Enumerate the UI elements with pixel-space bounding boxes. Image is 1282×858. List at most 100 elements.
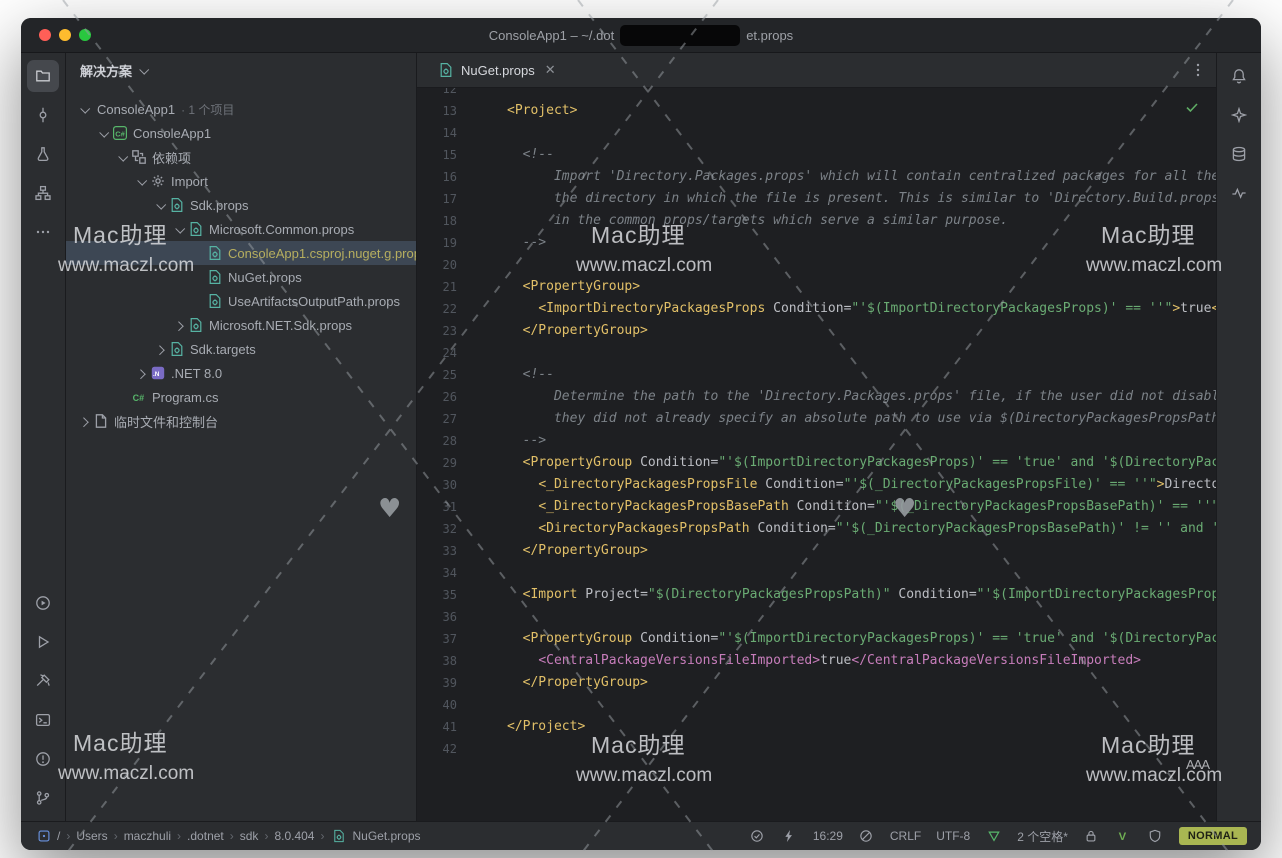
code-line[interactable]: 32 <DirectoryPackagesPropsPath Condition…: [417, 518, 1216, 540]
code-line[interactable]: 41</Project>: [417, 716, 1216, 738]
breadcrumb-item[interactable]: maczhuli: [124, 829, 171, 843]
breadcrumb-item[interactable]: 8.0.404: [274, 829, 314, 843]
tree-item-microsoft-common-props[interactable]: Microsoft.Common.props: [66, 217, 416, 241]
code-line[interactable]: 35 <Import Project="$(DirectoryPackagesP…: [417, 584, 1216, 606]
close-window-button[interactable]: [39, 29, 51, 41]
run-tool[interactable]: [27, 626, 59, 658]
code-line[interactable]: 29 <PropertyGroup Condition="'$(ImportDi…: [417, 452, 1216, 474]
vim-widget[interactable]: V: [1115, 828, 1132, 845]
breadcrumb-item[interactable]: sdk: [240, 829, 259, 843]
problems-indicator[interactable]: [985, 828, 1002, 845]
encoding[interactable]: UTF-8: [936, 829, 970, 843]
security-widget[interactable]: [1147, 828, 1164, 845]
code-line[interactable]: 33 </PropertyGroup>: [417, 540, 1216, 562]
structure-tool[interactable]: [27, 177, 59, 209]
code-line[interactable]: 38 <CentralPackageVersionsFileImported>t…: [417, 650, 1216, 672]
tree-item-dependencies[interactable]: 依赖项: [66, 145, 416, 169]
code-line[interactable]: 17 the directory in which the file is pr…: [417, 188, 1216, 210]
tree-item-sdk-targets[interactable]: Sdk.targets: [66, 337, 416, 361]
code-view[interactable]: 1213<Project>1415 <!--16 Import 'Directo…: [417, 88, 1216, 821]
code-line[interactable]: 14: [417, 122, 1216, 144]
chevron-right-icon[interactable]: [133, 370, 149, 377]
terminal-tool[interactable]: [27, 704, 59, 736]
power-save-widget[interactable]: [781, 828, 798, 845]
zoom-window-button[interactable]: [79, 29, 91, 41]
breadcrumb-item[interactable]: NuGet.props: [330, 828, 420, 845]
code-line[interactable]: 20: [417, 254, 1216, 276]
tab-nuget-props[interactable]: NuGet.props ✕: [427, 53, 566, 87]
code-line[interactable]: 18 in the common props/targets which ser…: [417, 210, 1216, 232]
chevron-right-icon[interactable]: [76, 418, 92, 425]
editor-options-kebab-icon[interactable]: [1189, 62, 1206, 79]
tree-item-project-consoleapp1[interactable]: C#ConsoleApp1: [66, 121, 416, 145]
chevron-down-icon[interactable]: [152, 202, 168, 209]
tests-tool[interactable]: [27, 138, 59, 170]
services-tool[interactable]: [27, 587, 59, 619]
code-line[interactable]: 37 <PropertyGroup Condition="'$(ImportDi…: [417, 628, 1216, 650]
code-line[interactable]: 21 <PropertyGroup>: [417, 276, 1216, 298]
chevron-right-icon[interactable]: [152, 346, 168, 353]
tree-item-consoleapp1-csproj-nuget-g-props[interactable]: ConsoleApp1.csproj.nuget.g.props: [66, 241, 416, 265]
code-line[interactable]: 23 </PropertyGroup>: [417, 320, 1216, 342]
problems-tool[interactable]: [27, 743, 59, 775]
tree-item-scratches[interactable]: 临时文件和控制台: [66, 409, 416, 433]
minimize-window-button[interactable]: [59, 29, 71, 41]
line-number: 17: [417, 188, 465, 210]
tree-item-useartifactsoutputpath-props[interactable]: UseArtifactsOutputPath.props: [66, 289, 416, 313]
code-line[interactable]: 30 <_DirectoryPackagesPropsFile Conditio…: [417, 474, 1216, 496]
tree-item-sdk-props[interactable]: Sdk.props: [66, 193, 416, 217]
caret-position[interactable]: 16:29: [813, 829, 843, 843]
code-line[interactable]: 42: [417, 738, 1216, 760]
commit-tool[interactable]: [27, 99, 59, 131]
code-line[interactable]: 16 Import 'Directory.Packages.props' whi…: [417, 166, 1216, 188]
code-line[interactable]: 12: [417, 88, 1216, 100]
code-line[interactable]: 27 they did not already specify an absol…: [417, 408, 1216, 430]
code-line[interactable]: 31 <_DirectoryPackagesPropsBasePath Cond…: [417, 496, 1216, 518]
more-tools[interactable]: [27, 216, 59, 248]
chevron-down-icon[interactable]: [114, 154, 130, 161]
tree-item-import[interactable]: Import: [66, 169, 416, 193]
vim-mode-badge[interactable]: NORMAL: [1179, 827, 1247, 845]
tree-item-solution-consoleapp1[interactable]: ConsoleApp1· 1 个项目: [66, 97, 416, 121]
breadcrumb-item[interactable]: Users: [76, 829, 107, 843]
code-line[interactable]: 34: [417, 562, 1216, 584]
chevron-down-icon[interactable]: [133, 178, 149, 185]
inspections-ok-icon[interactable]: [1183, 98, 1200, 115]
version-control-tool[interactable]: [27, 782, 59, 814]
tree-item-nuget-props[interactable]: NuGet.props: [66, 265, 416, 289]
chevron-right-icon[interactable]: [171, 322, 187, 329]
tree-item-microsoft-net-sdk-props[interactable]: Microsoft.NET.Sdk.props: [66, 313, 416, 337]
code-line[interactable]: 40: [417, 694, 1216, 716]
title-bar[interactable]: ConsoleApp1 – ~/.dot et.props: [21, 18, 1261, 53]
close-tab-icon[interactable]: ✕: [545, 62, 556, 78]
tree-item-dotnet-8[interactable]: .N.NET 8.0: [66, 361, 416, 385]
database[interactable]: [1223, 138, 1255, 170]
readonly-toggle[interactable]: [1083, 828, 1100, 845]
chevron-down-icon[interactable]: [95, 130, 111, 137]
notifications[interactable]: [1223, 60, 1255, 92]
tree-item-program-cs[interactable]: C#Program.cs: [66, 385, 416, 409]
chevron-down-icon[interactable]: [171, 226, 187, 233]
code-line[interactable]: 22 <ImportDirectoryPackagesProps Conditi…: [417, 298, 1216, 320]
code-line[interactable]: 39 </PropertyGroup>: [417, 672, 1216, 694]
profiler[interactable]: [1223, 177, 1255, 209]
highlighting-level[interactable]: [858, 828, 875, 845]
code-line[interactable]: 28 -->: [417, 430, 1216, 452]
build-tool[interactable]: [27, 665, 59, 697]
inspections-widget[interactable]: [749, 828, 766, 845]
indent-style[interactable]: 2 个空格*: [1017, 828, 1068, 845]
code-line[interactable]: 24: [417, 342, 1216, 364]
ai-assistant[interactable]: [1223, 99, 1255, 131]
line-separator[interactable]: CRLF: [890, 829, 921, 843]
breadcrumb-item[interactable]: .dotnet: [187, 829, 224, 843]
project-panel-header[interactable]: 解决方案: [66, 53, 416, 87]
code-line[interactable]: 13<Project>: [417, 100, 1216, 122]
breadcrumb-item[interactable]: /: [35, 828, 60, 845]
code-line[interactable]: 15 <!--: [417, 144, 1216, 166]
code-line[interactable]: 36: [417, 606, 1216, 628]
code-line[interactable]: 19 -->: [417, 232, 1216, 254]
project-tool[interactable]: [27, 60, 59, 92]
code-line[interactable]: 25 <!--: [417, 364, 1216, 386]
code-line[interactable]: 26 Determine the path to the 'Directory.…: [417, 386, 1216, 408]
chevron-down-icon[interactable]: [76, 106, 92, 113]
